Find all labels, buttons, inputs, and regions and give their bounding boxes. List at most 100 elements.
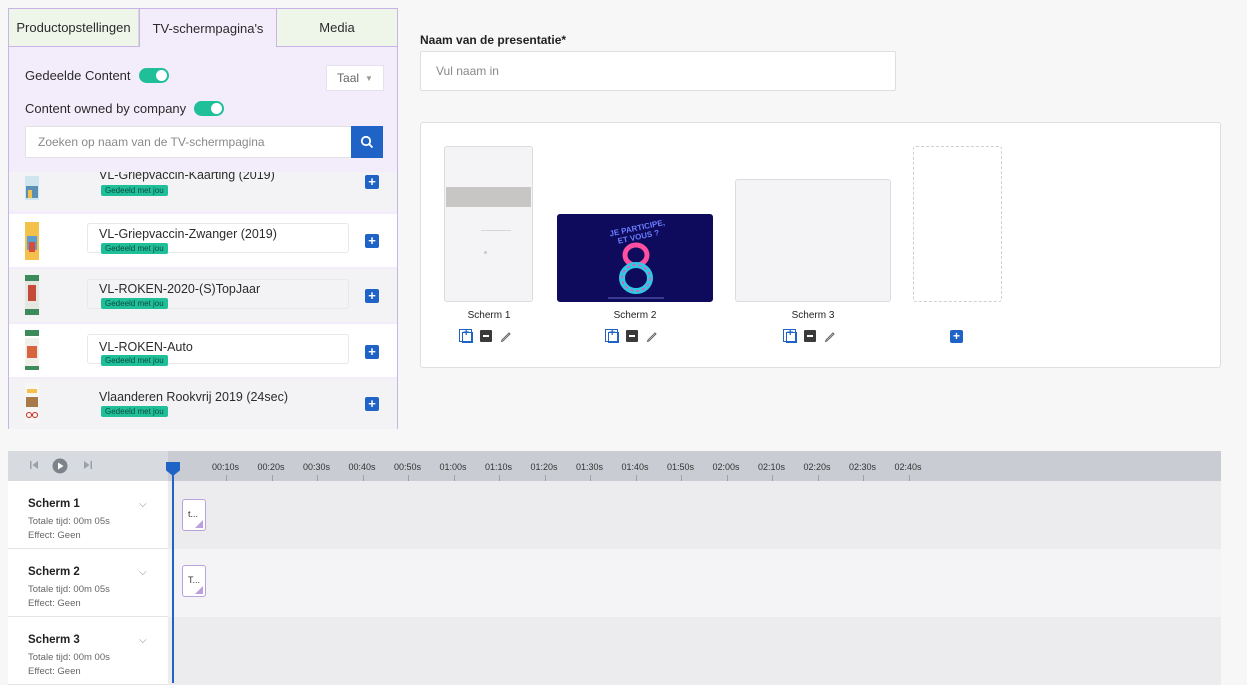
page-thumbnail [25, 222, 39, 260]
timeline: 00:10s 00:20s 00:30s 00:40s 00:50s 01:00s 01:1… [8, 451, 1221, 685]
language-select[interactable]: Taal ▼ [326, 65, 384, 91]
clip-label: t... [188, 509, 199, 519]
remove-icon[interactable] [626, 329, 638, 342]
duplicate-icon[interactable] [605, 327, 619, 343]
add-page-button[interactable]: + [365, 175, 379, 189]
list-item[interactable]: VL-ROKEN-Auto Gedeeld met jou + [9, 324, 397, 377]
chevron-down-icon[interactable]: ⌵ [139, 567, 147, 578]
track-scherm-2[interactable] [168, 549, 1221, 617]
screen-2-artwork: JE PARTICIPE, ET VOUS ? [558, 215, 712, 301]
pencil-icon[interactable] [646, 330, 658, 342]
shared-content-label: Gedeelde Content [25, 68, 131, 83]
list-item[interactable]: Vlaanderen Rookvrij 2019 (24sec) Gedeeld… [9, 379, 397, 429]
screen-3-tools [783, 327, 836, 343]
track-title: Scherm 2 [28, 566, 80, 578]
screen-2-preview[interactable]: JE PARTICIPE, ET VOUS ? [557, 214, 713, 302]
library-tabs: Productopstellingen TV-schermpagina's Me… [9, 9, 397, 47]
search-button[interactable] [351, 126, 383, 158]
screen-1-preview[interactable] [444, 146, 533, 302]
track-scherm-3[interactable] [168, 617, 1221, 685]
remove-icon[interactable] [480, 329, 492, 342]
track-effect: Effect: Geen [28, 530, 81, 541]
time-tick: 02:00s [712, 462, 740, 472]
track-header-scherm-1[interactable]: Scherm 1 ⌵ Totale tijd: 00m 05s Effect: … [8, 481, 168, 549]
presentation-name-label: Naam van de presentatie* [420, 33, 567, 47]
clip-label: T... [188, 575, 201, 585]
add-page-button[interactable]: + [365, 234, 379, 248]
shared-badge: Gedeeld met jou [101, 185, 168, 196]
resize-handle[interactable] [195, 520, 203, 528]
play-icon[interactable] [52, 458, 68, 474]
page-thumbnail [25, 330, 39, 370]
search-icon [360, 135, 374, 149]
shared-badge: Gedeeld met jou [101, 298, 168, 309]
time-tick: 00:10s [212, 462, 240, 472]
time-tick: 02:40s [894, 462, 922, 472]
track-total-time: Totale tijd: 00m 05s [28, 584, 110, 595]
add-screen-button[interactable]: + [950, 330, 963, 343]
shared-content-toggle[interactable] [138, 68, 169, 83]
screen-3-preview[interactable] [735, 179, 891, 302]
owned-content-label: Content owned by company [25, 101, 187, 116]
screen-2-label: Scherm 2 [613, 310, 657, 321]
track-total-time: Totale tijd: 00m 00s [28, 652, 110, 663]
page-title: VL-Griepvaccin-Kaarting (2019) [99, 172, 275, 182]
time-tick: 02:20s [803, 462, 831, 472]
screen-3-label: Scherm 3 [791, 310, 835, 321]
track-header-scherm-2[interactable]: Scherm 2 ⌵ Totale tijd: 00m 05s Effect: … [8, 549, 168, 617]
page-list: VL-Griepvaccin-Kaarting (2019) Gedeeld m… [9, 172, 397, 429]
tab-label: Productopstellingen [16, 20, 131, 35]
list-item[interactable]: VL-Griepvaccin-Kaarting (2019) Gedeeld m… [9, 172, 397, 211]
time-tick: 00:30s [303, 462, 331, 472]
track-title: Scherm 1 [28, 498, 80, 510]
remove-icon[interactable] [804, 329, 816, 342]
page-thumbnail [25, 383, 39, 423]
content-library-panel: Productopstellingen TV-schermpagina's Me… [8, 8, 398, 429]
time-tick: 01:20s [530, 462, 558, 472]
language-label: Taal [337, 71, 360, 85]
playhead[interactable] [172, 462, 174, 683]
list-item[interactable]: VL-Griepvaccin-Zwanger (2019) Gedeeld me… [9, 214, 397, 267]
chevron-down-icon[interactable]: ⌵ [139, 499, 147, 510]
add-page-button[interactable]: + [365, 397, 379, 411]
playback-controls [8, 451, 168, 481]
tab-productopstellingen[interactable]: Productopstellingen [9, 9, 139, 47]
time-tick: 00:40s [348, 462, 376, 472]
chevron-down-icon: ▼ [365, 73, 373, 83]
skip-back-icon[interactable] [29, 460, 39, 470]
track-header-scherm-3[interactable]: Scherm 3 ⌵ Totale tijd: 00m 00s Effect: … [8, 617, 168, 685]
tab-label: TV-schermpagina's [152, 20, 264, 36]
list-item[interactable]: VL-ROKEN-2020-(S)TopJaar Gedeeld met jou… [9, 269, 397, 322]
timeline-clip[interactable]: T... [182, 565, 206, 597]
track-total-time: Totale tijd: 00m 05s [28, 516, 110, 527]
tab-tv-schermpaginas[interactable]: TV-schermpagina's [139, 9, 277, 47]
owned-content-toggle[interactable] [194, 101, 225, 116]
search-input[interactable] [26, 127, 346, 157]
add-page-button[interactable]: + [365, 289, 379, 303]
track-scherm-1[interactable] [168, 481, 1221, 549]
track-title: Scherm 3 [28, 634, 80, 646]
time-tick: 01:30s [576, 462, 604, 472]
time-tick: 01:40s [621, 462, 649, 472]
duplicate-icon[interactable] [783, 327, 797, 343]
time-tick: 01:00s [439, 462, 467, 472]
timeline-clip[interactable]: t... [182, 499, 206, 531]
empty-screen-slot[interactable] [913, 146, 1002, 302]
time-tick: 02:30s [849, 462, 877, 472]
screen-1-label: Scherm 1 [467, 310, 511, 321]
pencil-icon[interactable] [824, 330, 836, 342]
resize-handle[interactable] [195, 586, 203, 594]
time-tick: 00:50s [394, 462, 422, 472]
shared-badge: Gedeeld met jou [101, 355, 168, 366]
presentation-name-input[interactable] [421, 52, 895, 90]
duplicate-icon[interactable] [459, 327, 473, 343]
screen-1-line [481, 230, 511, 231]
tab-media[interactable]: Media [277, 9, 397, 47]
pencil-icon[interactable] [500, 330, 512, 342]
shared-badge: Gedeeld met jou [101, 406, 168, 417]
chevron-down-icon[interactable]: ⌵ [139, 635, 147, 646]
add-page-button[interactable]: + [365, 345, 379, 359]
time-tick: 01:50s [667, 462, 695, 472]
timeline-header: 00:10s 00:20s 00:30s 00:40s 00:50s 01:00s 01:1… [8, 451, 1221, 481]
skip-forward-icon[interactable] [83, 460, 93, 470]
